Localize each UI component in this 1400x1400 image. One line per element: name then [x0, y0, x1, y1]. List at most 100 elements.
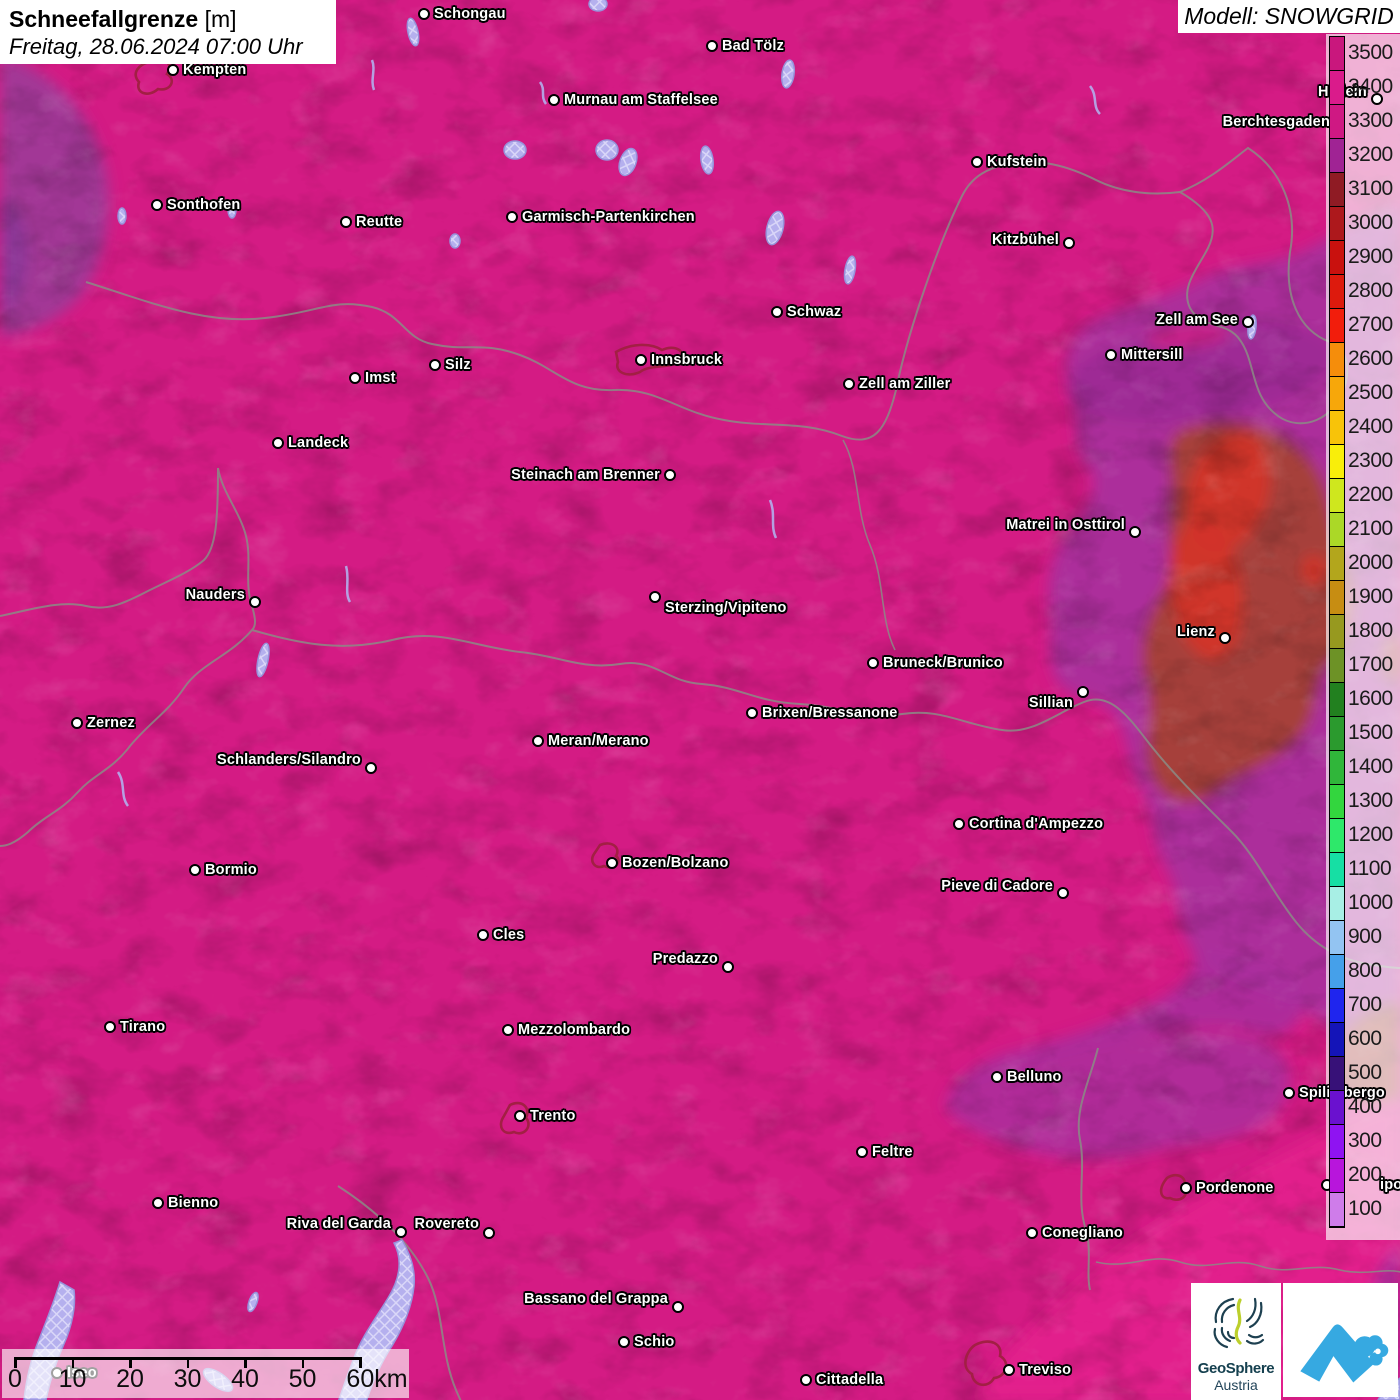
city-marker-dot [746, 707, 758, 719]
city-marker-dot [548, 94, 560, 106]
city-marker-dot [104, 1021, 116, 1033]
colorbar-segment [1330, 853, 1344, 887]
scalebar-label: 10 [58, 1365, 87, 1393]
scalebar-label: 60km [346, 1365, 408, 1393]
city-marker-dot [1003, 1364, 1015, 1376]
city-marker-dot [272, 437, 284, 449]
city-label: Schlanders/Silandro [216, 752, 361, 768]
city-label: Kitzbühel [991, 232, 1059, 248]
city-markers-layer: Schongau Bad Tölz Kempten Murnau am Staffel… [0, 0, 1400, 1400]
city-label: Murnau am Staffelsee [564, 92, 718, 108]
city-marker-dot [151, 199, 163, 211]
colorbar-segment [1330, 173, 1344, 207]
city-marker-dot [418, 8, 430, 20]
city-label: Bormio [205, 862, 257, 878]
scale-bar: 0 10 20 30 40 50 60km [2, 1349, 409, 1398]
colorbar-segment [1330, 1091, 1344, 1125]
geosphere-logo-icon [1213, 1297, 1265, 1349]
colorbar-segment [1330, 105, 1344, 139]
colorbar-segment [1330, 139, 1344, 173]
colorbar-segment [1330, 513, 1344, 547]
colorbar-segment [1330, 309, 1344, 343]
city-marker-dot [991, 1071, 1003, 1083]
city-marker-dot [706, 40, 718, 52]
city-label: Sonthofen [167, 197, 241, 213]
colorbar-segment [1330, 819, 1344, 853]
city-label: Mezzolombardo [518, 1022, 631, 1038]
city-label: Nauders [185, 587, 245, 603]
city-marker-dot [1283, 1087, 1295, 1099]
city-label: Belluno [1007, 1069, 1062, 1085]
city-label: Mittersill [1121, 347, 1183, 363]
model-label-box: Modell: SNOWGRID [1178, 0, 1400, 33]
city-marker-dot [477, 929, 489, 941]
city-marker-dot [167, 64, 179, 76]
city-label: Innsbruck [651, 352, 723, 368]
city-marker-dot [1077, 686, 1089, 698]
city-label: Cortina d'Ampezzo [969, 816, 1104, 832]
city-label: Pieve di Cadore [941, 878, 1053, 894]
city-label: Reutte [356, 214, 403, 230]
colorbar-segment [1330, 37, 1344, 71]
city-label: Berchtesgaden [1222, 114, 1330, 130]
city-marker-dot [1105, 349, 1117, 361]
scalebar-label: 30 [173, 1365, 202, 1393]
city-label: Zernez [87, 715, 135, 731]
colorbar-segment [1330, 1159, 1344, 1193]
city-label: Rovereto [414, 1216, 479, 1232]
city-marker-dot [1242, 316, 1254, 328]
city-marker-dot [506, 211, 518, 223]
city-marker-dot [152, 1197, 164, 1209]
colorbar-segment [1330, 275, 1344, 309]
city-marker-dot [635, 354, 647, 366]
colorbar-segment [1330, 785, 1344, 819]
colorbar-segment [1330, 887, 1344, 921]
city-label: Imst [365, 370, 396, 386]
city-label: Brixen/Bressanone [762, 705, 898, 721]
city-marker-dot [722, 961, 734, 973]
city-marker-dot [1129, 526, 1141, 538]
city-label: Landeck [288, 435, 349, 451]
city-label: Sillian [1028, 695, 1073, 711]
city-label: Zell am See [1156, 312, 1238, 328]
city-label: Riva del Garda [286, 1216, 391, 1232]
city-label: Conegliano [1042, 1225, 1123, 1241]
colorbar-segment [1330, 377, 1344, 411]
mountain-cloud-icon [1299, 1324, 1388, 1383]
avalanche-report-logo [1283, 1283, 1398, 1397]
city-label: Meran/Merano [548, 733, 649, 749]
city-label: Cittadella [816, 1372, 884, 1388]
city-marker-dot [606, 857, 618, 869]
city-label: Zell am Ziller [859, 376, 951, 392]
city-label: Bienno [168, 1195, 219, 1211]
city-label: Cles [493, 927, 525, 943]
city-label: Tirano [120, 1019, 166, 1035]
city-marker-dot [771, 306, 783, 318]
colorbar-segment [1330, 683, 1344, 717]
title-box: Schneefallgrenze [m] Freitag, 28.06.2024… [0, 0, 336, 64]
colorbar-segment [1330, 241, 1344, 275]
colorbar-segment [1330, 989, 1344, 1023]
city-marker-dot [340, 216, 352, 228]
city-marker-dot [953, 818, 965, 830]
city-marker-dot [672, 1301, 684, 1313]
colorbar-segment [1330, 649, 1344, 683]
city-marker-dot [664, 469, 676, 481]
city-label: Silz [445, 357, 471, 373]
scalebar-label: 0 [8, 1365, 22, 1393]
colorbar-segment [1330, 581, 1344, 615]
city-marker-dot [189, 864, 201, 876]
scalebar-label: 20 [116, 1365, 144, 1393]
city-label: Treviso [1019, 1362, 1072, 1378]
colorbar-segment [1330, 1193, 1344, 1227]
city-marker-dot [971, 156, 983, 168]
city-marker-dot [1057, 887, 1069, 899]
city-marker-dot [532, 735, 544, 747]
city-label: Bozen/Bolzano [622, 855, 729, 871]
city-marker-dot [483, 1227, 495, 1239]
city-marker-dot [649, 591, 661, 603]
city-label: Schongau [434, 6, 506, 22]
city-label: Kempten [183, 62, 247, 78]
colorbar-segment [1330, 1023, 1344, 1057]
city-label: Bassano del Grappa [524, 1291, 668, 1307]
